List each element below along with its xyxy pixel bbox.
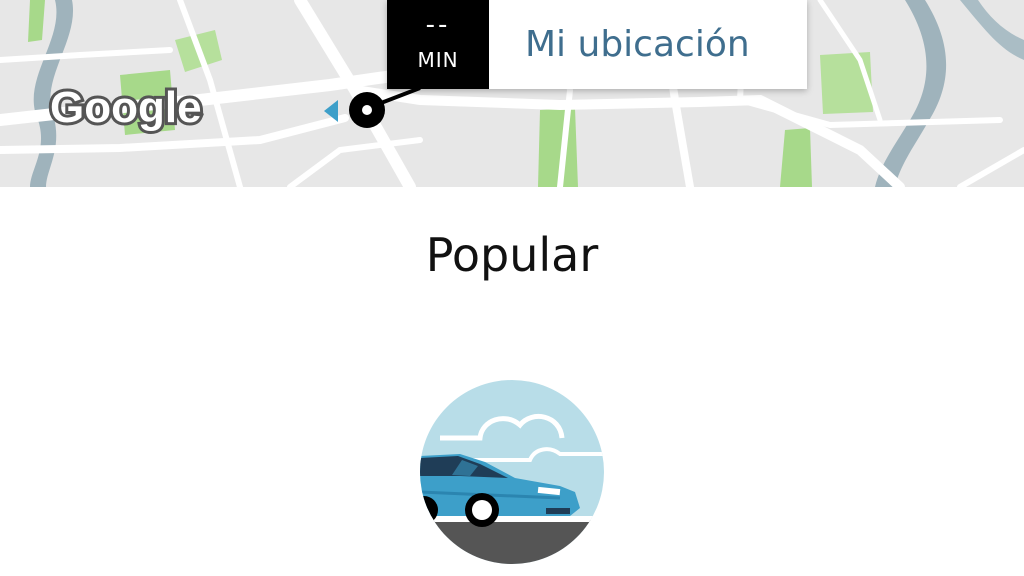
eta-unit: MIN xyxy=(417,47,459,72)
google-logo: Google xyxy=(48,80,205,135)
pickup-location-card[interactable]: -- MIN Mi ubicación xyxy=(387,0,807,89)
eta-value: -- xyxy=(425,9,451,40)
location-text: Mi ubicación xyxy=(525,24,750,65)
eta-badge: -- MIN xyxy=(387,0,489,89)
vehicle-option-popular[interactable] xyxy=(420,380,604,564)
google-logo-text: Google xyxy=(50,83,202,132)
direction-arrow-icon xyxy=(324,100,338,122)
map-view[interactable]: Google -- MIN Mi ubicación xyxy=(0,0,1024,187)
location-marker xyxy=(324,92,385,128)
location-label[interactable]: Mi ubicación xyxy=(489,0,807,89)
product-section-title: Popular xyxy=(425,228,599,282)
car-icon xyxy=(420,380,604,564)
